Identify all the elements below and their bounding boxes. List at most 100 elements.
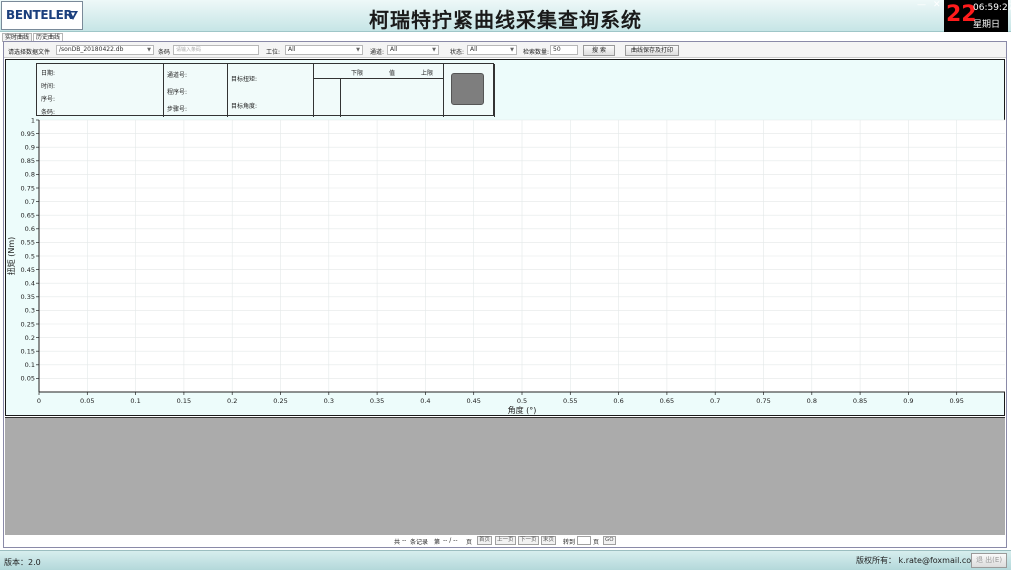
info-time-label: 时间: [41,83,56,90]
info-channel-no-label: 通道号: [167,72,188,79]
state-value: All [470,46,478,53]
y-tick-label: 0.05 [21,375,35,383]
result-status-indicator [451,73,484,105]
goto-label: 转到 [563,539,576,546]
count-input[interactable]: 50 [550,45,578,55]
search-button[interactable]: 搜 索 [583,45,615,56]
y-tick-label: 0.15 [21,348,35,356]
save-print-button[interactable]: 曲线保存及打印 [625,45,679,56]
channel-label: 通道: [370,49,385,56]
status-bar: 版本：2.0 版权所有： k.rate@foxmail.com 退 出(E) [0,550,1011,570]
exit-button[interactable]: 退 出(E) [971,553,1007,568]
x-axis-label: 角度 (°) [508,405,537,415]
minimize-button[interactable]: — [917,0,926,10]
x-tick-label: 0.15 [177,397,191,405]
app-title: 柯瑞特拧紧曲线采集查询系统 [369,8,642,32]
channel-value: All [390,46,398,53]
x-tick-label: 0.75 [756,397,770,405]
station-value: All [288,46,296,53]
pagination-bar: 共 -- 条记录 第 -- / -- 页 首页 上一页 下一页 末页 转到 页 … [4,535,1006,547]
x-tick-label: 0.5 [517,397,527,405]
divider [340,78,341,117]
barcode-input[interactable]: 请输入条码 [173,45,259,55]
chevron-down-icon: ▼ [510,47,514,53]
barcode-label: 条码 [158,49,171,56]
close-button[interactable]: ✕ [933,0,941,10]
x-tick-label: 0.3 [324,397,334,405]
window-controls: — ✕ [912,0,944,11]
y-tick-label: 0.75 [21,184,35,192]
clock-time: 06:59:27 [973,3,1011,13]
copyright-text: 版权所有： k.rate@foxmail.com [856,556,979,565]
chevron-down-icon: ▼ [356,47,360,53]
x-tick-label: 0.05 [80,397,94,405]
x-tick-label: 0.4 [420,397,430,405]
y-tick-label: 0.85 [21,157,35,165]
y-tick-label: 0.25 [21,320,35,328]
info-date-label: 日期: [41,70,56,77]
limit-value-label: 值 [389,70,396,77]
state-label: 状态: [450,49,465,56]
x-tick-label: 0 [37,397,41,405]
total-records-suffix: 条记录 [410,539,429,546]
x-tick-label: 0.6 [613,397,623,405]
info-serial-label: 序号: [41,96,56,103]
station-select[interactable]: All ▼ [285,45,363,55]
chevron-down-icon: ▼ [147,47,151,53]
first-page-button[interactable]: 首页 [477,536,493,545]
x-tick-label: 0.35 [370,397,384,405]
db-file-label: 请选择数据文件 [8,49,51,56]
info-step-no-label: 步骤号: [167,106,188,113]
page-indicator: -- / -- [443,537,458,544]
y-tick-label: 0.7 [25,198,35,206]
x-tick-label: 0.7 [710,397,720,405]
info-program-no-label: 程序号: [167,89,188,96]
page-unit-label: 页 [593,539,600,546]
filter-bar: 请选择数据文件 /sonDB_20180422.db ▼ 条码 请输入条码 工位… [4,42,1006,58]
x-tick-label: 0.9 [903,397,913,405]
db-file-select[interactable]: /sonDB_20180422.db ▼ [56,45,154,55]
prev-page-button[interactable]: 上一页 [495,536,516,545]
divider [227,64,228,117]
info-barcode-label: 条码: [41,109,56,116]
limit-lower-label: 下限 [351,70,364,77]
y-tick-label: 0.6 [25,225,35,233]
total-records-prefix: 共 [394,539,401,546]
x-tick-label: 0.1 [130,397,140,405]
y-tick-label: 0.8 [25,171,35,179]
divider [163,64,164,117]
channel-select[interactable]: All ▼ [387,45,439,55]
y-tick-label: 0.45 [21,266,35,274]
curve-detail-panel [5,417,1005,535]
app-window: BENTELER 柯瑞特拧紧曲线采集查询系统 — ✕ 22 06:59:27 星… [0,0,1011,570]
y-tick-label: 0.5 [25,252,35,260]
y-tick-label: 0.4 [25,280,35,288]
info-panel: 日期: 时间: 序号: 条码: 通道号: 程序号: 步骤号: 目标扭矩: 目标角… [36,63,495,117]
x-tick-label: 0.45 [466,397,480,405]
x-tick-label: 0.85 [853,397,867,405]
next-page-button[interactable]: 下一页 [518,536,539,545]
station-label: 工位: [266,49,281,56]
limit-upper-label: 上限 [421,70,434,77]
y-tick-label: 0.3 [25,307,35,315]
info-target-torque-label: 目标扭矩: [231,76,258,83]
x-tick-label: 0.95 [949,397,963,405]
y-tick-label: 0.55 [21,239,35,247]
go-button[interactable]: GO [603,536,616,545]
divider [443,64,444,117]
clock-weekday: 星期日 [973,20,1001,30]
goto-page-input[interactable] [577,536,591,545]
last-page-button[interactable]: 末页 [541,536,557,545]
y-tick-label: 1 [31,116,35,124]
page-suffix: 页 [466,539,473,546]
page-prefix: 第 [434,539,441,546]
y-axis-label: 扭矩 (Nm) [6,237,16,276]
info-target-angle-label: 目标角度: [231,103,258,110]
divider [313,64,314,117]
x-tick-label: 0.65 [660,397,674,405]
y-tick-label: 0.95 [21,130,35,138]
x-tick-label: 0.25 [273,397,287,405]
state-select[interactable]: All ▼ [467,45,517,55]
y-tick-label: 0.1 [25,361,35,369]
curve-chart: 0 0.05 0.1 0.15 0.2 0.25 0.3 0.35 0.4 0.45 0.5 0.55… [5,59,1005,416]
